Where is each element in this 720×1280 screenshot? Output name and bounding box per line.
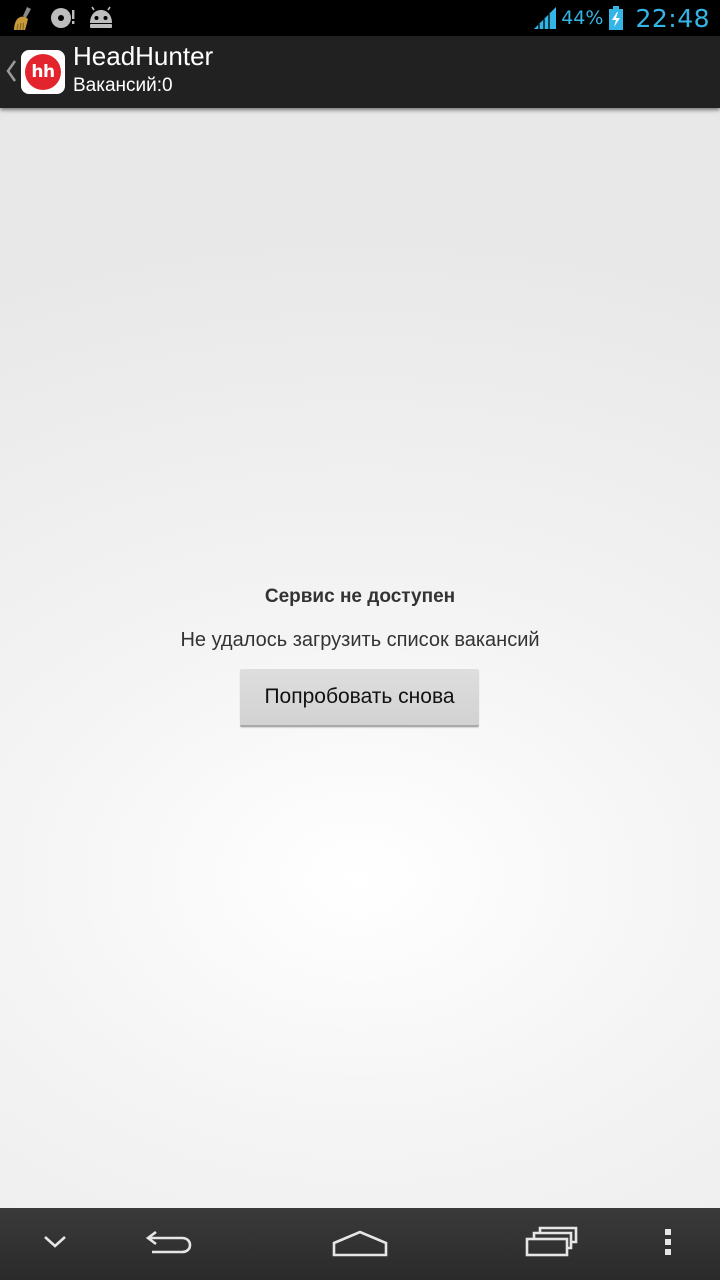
signal-icon xyxy=(533,6,557,30)
app-title: HeadHunter xyxy=(73,41,214,71)
back-icon xyxy=(142,1227,194,1261)
error-title: Сервис не доступен xyxy=(264,586,456,607)
logo-text: hh xyxy=(25,54,61,90)
screen: 44% 22:48 hh HeadHunter Вакансий:0 Серви… xyxy=(0,0,720,1280)
main-content: Сервис не доступен Не удалось загрузить … xyxy=(0,108,720,1208)
clock: 22:48 xyxy=(635,3,710,33)
battery-charging-icon xyxy=(609,6,624,30)
back-button[interactable] xyxy=(128,1208,208,1280)
vacancies-count: Вакансий:0 xyxy=(73,75,173,96)
android-debug-icon xyxy=(88,5,114,31)
overflow-menu-button[interactable] xyxy=(640,1208,696,1280)
battery-percent: 44% xyxy=(561,7,604,29)
status-bar: 44% 22:48 xyxy=(0,0,720,36)
chevron-left-icon xyxy=(5,58,17,84)
home-icon xyxy=(332,1227,388,1261)
recent-apps-button[interactable] xyxy=(512,1208,592,1280)
error-message: Не удалось загрузить список вакансий xyxy=(180,629,540,651)
hide-keyboard-button[interactable] xyxy=(20,1208,90,1280)
navigation-bar xyxy=(0,1208,720,1280)
up-navigation-button[interactable]: hh xyxy=(0,36,68,108)
cleaner-broom-icon xyxy=(12,5,38,31)
recent-apps-icon xyxy=(525,1226,579,1262)
chevron-down-icon xyxy=(42,1234,68,1254)
overflow-menu-icon xyxy=(664,1228,672,1260)
action-bar: hh HeadHunter Вакансий:0 xyxy=(0,36,720,108)
sync-disc-icon xyxy=(50,5,76,31)
app-logo: hh xyxy=(21,50,65,94)
home-button[interactable] xyxy=(320,1208,400,1280)
notification-icons xyxy=(12,4,114,32)
system-status: 44% 22:48 xyxy=(533,0,710,36)
retry-button[interactable]: Попробовать снова xyxy=(240,669,479,727)
